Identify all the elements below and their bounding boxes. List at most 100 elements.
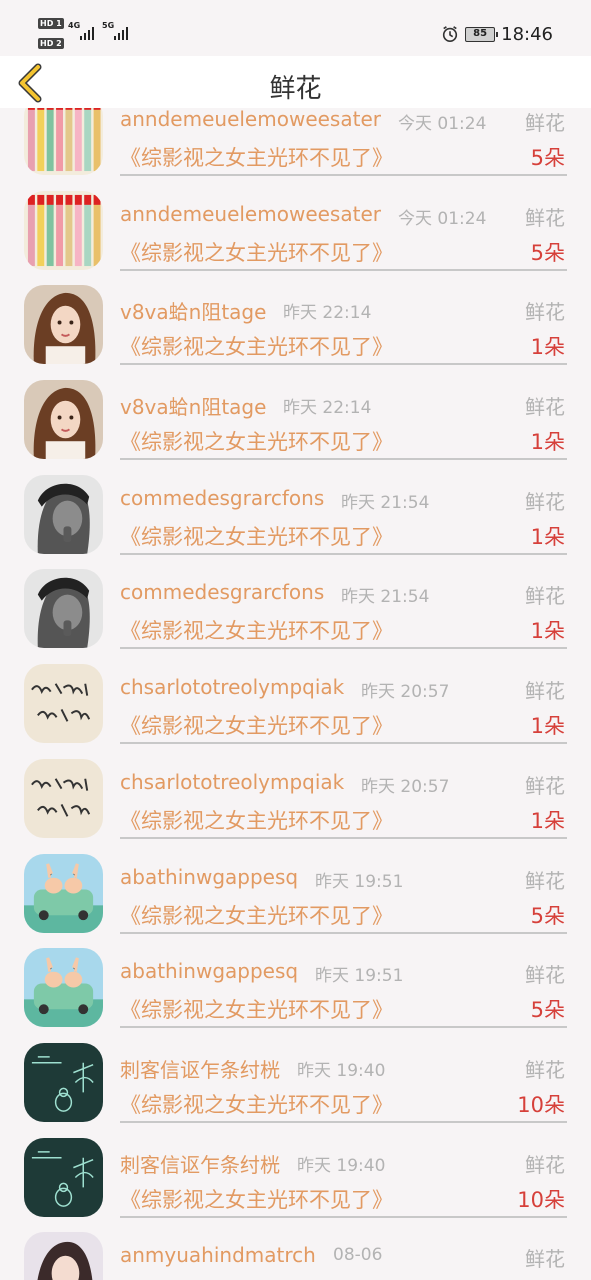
gift-count: 10朵 (517, 1187, 565, 1212)
gift-count: 5朵 (530, 240, 565, 265)
book-title[interactable]: 《综影视之女主光环不见了》 (120, 237, 393, 267)
signal-icon-2 (114, 24, 128, 40)
book-title[interactable]: 《综影视之女主光环不见了》 (120, 142, 393, 172)
book-title[interactable]: 《综影视之女主光环不见了》 (120, 805, 393, 835)
timestamp: 今天 01:24 (398, 208, 487, 229)
gift-count: 1朵 (530, 430, 565, 455)
list-item[interactable]: chsarlototreolympqiak 昨天 20:57 鲜花 《综影视之女主光环… (0, 749, 591, 844)
status-right: 85 18:46 (441, 22, 553, 46)
avatar[interactable] (24, 758, 103, 838)
network-5g-label: 5G (102, 21, 115, 30)
gift-type: 鲜花 (525, 489, 565, 514)
user-name: 刺客信讴乍条纣桄 (120, 1057, 280, 1082)
user-name: chsarlototreolympqiak (120, 675, 345, 700)
book-title[interactable]: 《综影视之女主光环不见了》 (120, 710, 393, 740)
timestamp: 昨天 19:40 (297, 1060, 386, 1081)
list-item[interactable]: commedesgrarcfons 昨天 21:54 鲜花《综影视之女主光环不见了》… (0, 559, 591, 654)
timestamp: 昨天 20:57 (361, 776, 450, 797)
gift-count: 5朵 (530, 146, 565, 170)
user-name: abathinwgappesq (120, 959, 299, 984)
user-name: commedesgrarcfons (120, 485, 325, 510)
timestamp: 今天 01:24 (398, 114, 487, 134)
signal-icon (80, 24, 94, 40)
book-title[interactable]: 《综影视之女主光环不见了》 (120, 900, 393, 930)
timestamp: 昨天 21:54 (341, 587, 430, 608)
timestamp: 昨天 22:14 (283, 303, 372, 324)
avatar[interactable] (24, 1137, 103, 1217)
list-item[interactable]: anndemeuelemoweesater 今天 01:24 鲜花《综影视之女主光环… (0, 181, 591, 276)
gift-type: 鲜花 (525, 679, 565, 704)
book-title[interactable]: 《综影视之女主光环不见了》 (120, 426, 393, 456)
divider (120, 931, 567, 934)
divider (120, 363, 567, 366)
gift-count: 1朵 (530, 524, 565, 549)
gift-count: 5朵 (530, 903, 565, 928)
book-title[interactable]: 《综影视之女主光环不见了》 (120, 615, 393, 645)
gift-count: 1朵 (530, 714, 565, 739)
gift-type: 鲜花 (525, 1247, 565, 1272)
avatar[interactable] (24, 1042, 103, 1122)
gift-count: 5朵 (530, 998, 565, 1023)
divider (120, 1215, 567, 1218)
gift-type: 鲜花 (525, 395, 565, 420)
book-title[interactable]: 《综影视之女主光环不见了》 (120, 1184, 393, 1214)
gift-type: 鲜花 (525, 1152, 565, 1177)
battery-icon: 85 (465, 26, 499, 42)
user-name: v8va蛤n阻tage (120, 395, 267, 420)
divider (120, 836, 567, 839)
avatar[interactable] (24, 285, 103, 365)
user-name: chsarlototreolympqiak (120, 769, 345, 794)
avatar[interactable] (24, 853, 103, 933)
list-item[interactable]: anmyuahindmatrch08-06鲜花《综影视之女主光环不见了》3朵 (0, 1222, 591, 1280)
user-name: commedesgrarcfons (120, 580, 325, 605)
avatar[interactable] (24, 474, 103, 554)
timestamp: 08-06 (333, 1245, 383, 1266)
divider (120, 458, 567, 461)
divider (120, 174, 567, 176)
avatar[interactable] (24, 664, 103, 744)
list-item[interactable]: v8va蛤n阻tage 昨天 22:14 鲜花 《综影视之女主光环不见了》 1朵 (0, 275, 591, 370)
list-item[interactable]: abathinwgappesq 昨天 19:51 鲜花 《综影视之女主光环不见了》 5朵 (0, 938, 591, 1033)
hd2-badge: HD 2 (38, 38, 64, 49)
list-item[interactable]: 刺客信讴乍条纣桄 昨天 19:40 鲜花《综影视之女主光环不见了》 10朵 (0, 1033, 591, 1128)
status-bar: HD 1 HD 2 4G 5G 85 18:46 (0, 0, 591, 56)
divider (120, 1120, 567, 1123)
avatar[interactable] (24, 380, 103, 460)
list-item[interactable]: v8va蛤n阻tage 昨天 22:14 鲜花《综影视之女主光环不见了》 1朵 (0, 370, 591, 465)
signal-area: HD 1 HD 2 4G 5G (38, 16, 134, 52)
book-title[interactable]: 《综影视之女主光环不见了》 (120, 1089, 393, 1119)
divider (120, 1026, 567, 1029)
avatar[interactable] (24, 948, 103, 1028)
gift-type: 鲜花 (525, 1057, 565, 1082)
list-item[interactable]: commedesgrarcfons 昨天 21:54 鲜花 《综影视之女主光环不见了》… (0, 465, 591, 560)
list-item[interactable]: abathinwgappesq 昨天 19:51 鲜花《综影视之女主光环不见了》 5朵 (0, 844, 591, 939)
gift-type: 鲜花 (525, 300, 565, 325)
gift-type: 鲜花 (525, 868, 565, 893)
book-title[interactable]: 《综影视之女主光环不见了》 (120, 994, 393, 1024)
gift-type: 鲜花 (525, 205, 565, 230)
network-4g-label: 4G (68, 21, 81, 30)
book-title[interactable]: 《综影视之女主光环不见了》 (120, 331, 393, 361)
avatar[interactable] (24, 569, 103, 649)
gift-count: 1朵 (530, 808, 565, 833)
list-item[interactable]: chsarlototreolympqiak 昨天 20:57 鲜花 《综影视之女主光环… (0, 654, 591, 749)
user-name: abathinwgappesq (120, 864, 299, 889)
timestamp: 昨天 19:40 (297, 1155, 386, 1176)
gift-count: 10朵 (517, 1092, 565, 1117)
book-title[interactable]: 《综影视之女主光环不见了》 (120, 521, 393, 551)
avatar[interactable] (24, 1232, 103, 1280)
gift-type: 鲜花 (525, 584, 565, 609)
divider (120, 552, 567, 555)
divider (120, 647, 567, 650)
hd1-badge: HD 1 (38, 18, 64, 29)
flower-gift-list: anndemeuelemoweesater 今天 01:24 鲜花 《综影视之女主光环… (0, 86, 591, 1280)
gift-count: 1朵 (530, 335, 565, 360)
gift-type: 鲜花 (525, 111, 565, 135)
avatar[interactable] (24, 190, 103, 270)
divider (120, 742, 567, 745)
timestamp: 昨天 19:51 (315, 871, 404, 892)
list-item[interactable]: 刺客信讴乍条纣桄 昨天 19:40 鲜花 《综影视之女主光环不见了》 10朵 (0, 1128, 591, 1223)
user-name: anndemeuelemoweesater (120, 201, 381, 226)
page-title: 鲜花 (269, 74, 322, 104)
timestamp: 昨天 22:14 (283, 398, 372, 419)
